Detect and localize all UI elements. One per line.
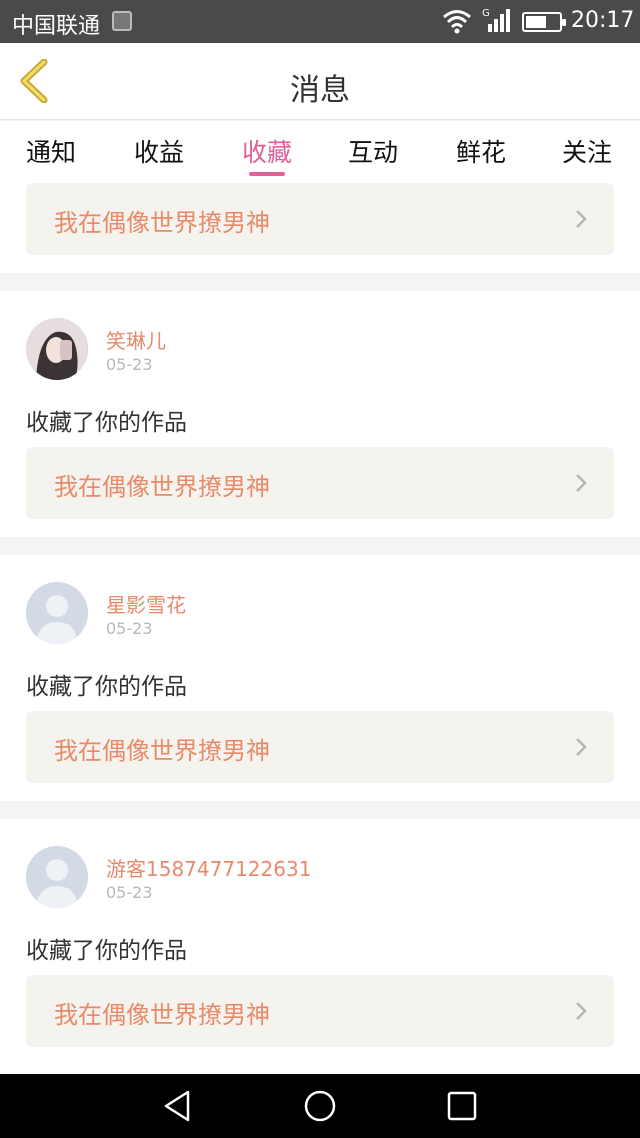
tab-earnings[interactable]: 收益 (134, 133, 184, 169)
header: 消息 (0, 43, 640, 120)
avatar-photo (26, 318, 88, 380)
nav-back-icon[interactable] (160, 1088, 196, 1124)
date: 05-23 (106, 355, 153, 374)
work-link-label: 我在偶像世界撩男神 (54, 473, 270, 501)
chevron-right-icon (576, 210, 587, 228)
work-link[interactable]: 我在偶像世界撩男神 (26, 183, 614, 255)
username[interactable]: 笑琳儿 (106, 325, 166, 354)
nav-home-icon[interactable] (302, 1088, 338, 1124)
system-navigation-bar (0, 1074, 640, 1138)
battery-icon (522, 12, 566, 32)
date: 05-23 (106, 883, 153, 902)
page-title: 消息 (290, 73, 350, 108)
avatar[interactable] (26, 318, 88, 380)
signal-icon: G (482, 8, 510, 32)
default-avatar-icon (26, 846, 88, 908)
list-item: 游客1587477122631 05-23 收藏了你的作品 我在偶像世界撩男神 (0, 819, 640, 1074)
username[interactable]: 游客1587477122631 (106, 853, 311, 882)
network-type: G (482, 8, 490, 19)
chevron-right-icon (576, 474, 587, 492)
avatar[interactable] (26, 846, 88, 908)
list-item: 我在偶像世界撩男神 (0, 183, 640, 273)
list-item: 星影雪花 05-23 收藏了你的作品 我在偶像世界撩男神 (0, 555, 640, 801)
work-link-label: 我在偶像世界撩男神 (54, 1001, 270, 1029)
work-link[interactable]: 我在偶像世界撩男神 (26, 975, 614, 1047)
list-item: 笑琳儿 05-23 收藏了你的作品 我在偶像世界撩男神 (0, 291, 640, 537)
tab-favorites[interactable]: 收藏 (242, 133, 292, 169)
action-text: 收藏了你的作品 (26, 674, 187, 700)
tab-following[interactable]: 关注 (562, 133, 612, 169)
username[interactable]: 星影雪花 (106, 589, 186, 618)
tab-bar: 通知 收益 收藏 互动 鲜花 关注 (0, 121, 640, 183)
default-avatar-icon (26, 582, 88, 644)
action-text: 收藏了你的作品 (26, 410, 187, 436)
clock: 20:17 (571, 8, 635, 33)
date: 05-23 (106, 619, 153, 638)
avatar[interactable] (26, 582, 88, 644)
tab-notifications[interactable]: 通知 (26, 133, 76, 169)
work-link[interactable]: 我在偶像世界撩男神 (26, 711, 614, 783)
tab-flowers[interactable]: 鲜花 (456, 133, 506, 169)
carrier-name: 中国联通 (12, 14, 101, 39)
nav-recents-icon[interactable] (444, 1088, 480, 1124)
work-link-label: 我在偶像世界撩男神 (54, 209, 270, 237)
image-notification-icon (112, 11, 132, 31)
wifi-icon (443, 10, 471, 34)
active-tab-indicator (249, 172, 285, 176)
status-bar: 中国联通 G 20:17 (0, 0, 640, 43)
action-text: 收藏了你的作品 (26, 938, 187, 964)
chevron-right-icon (576, 738, 587, 756)
work-link[interactable]: 我在偶像世界撩男神 (26, 447, 614, 519)
tab-interactions[interactable]: 互动 (348, 133, 398, 169)
chevron-right-icon (576, 1002, 587, 1020)
work-link-label: 我在偶像世界撩男神 (54, 737, 270, 765)
